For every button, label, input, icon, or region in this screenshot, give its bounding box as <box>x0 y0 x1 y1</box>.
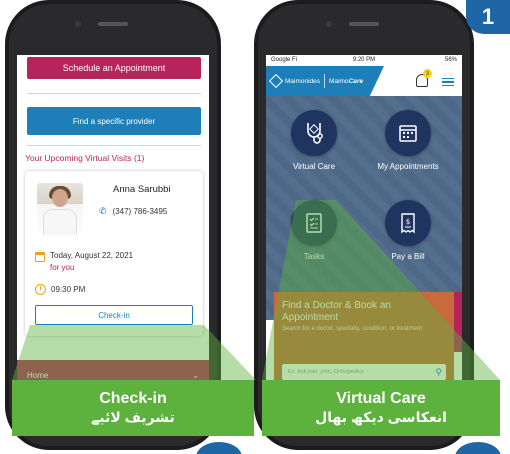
virtual-care-label-english: Virtual Care <box>336 389 426 407</box>
virtual-care-highlight-beam <box>262 200 500 380</box>
step-number-badge: 1 <box>466 0 510 34</box>
virtual-care-label-box: Virtual Care انعکاسی دیکھ بھال <box>262 380 500 436</box>
virtual-care-label-urdu: انعکاسی دیکھ بھال <box>315 408 447 425</box>
check-in-label-box: Check-in تشریف لائیے <box>12 380 254 436</box>
check-in-highlight-beam <box>12 325 256 380</box>
check-in-label-english: Check-in <box>99 389 167 407</box>
check-in-label-urdu: تشریف لائیے <box>91 408 175 425</box>
